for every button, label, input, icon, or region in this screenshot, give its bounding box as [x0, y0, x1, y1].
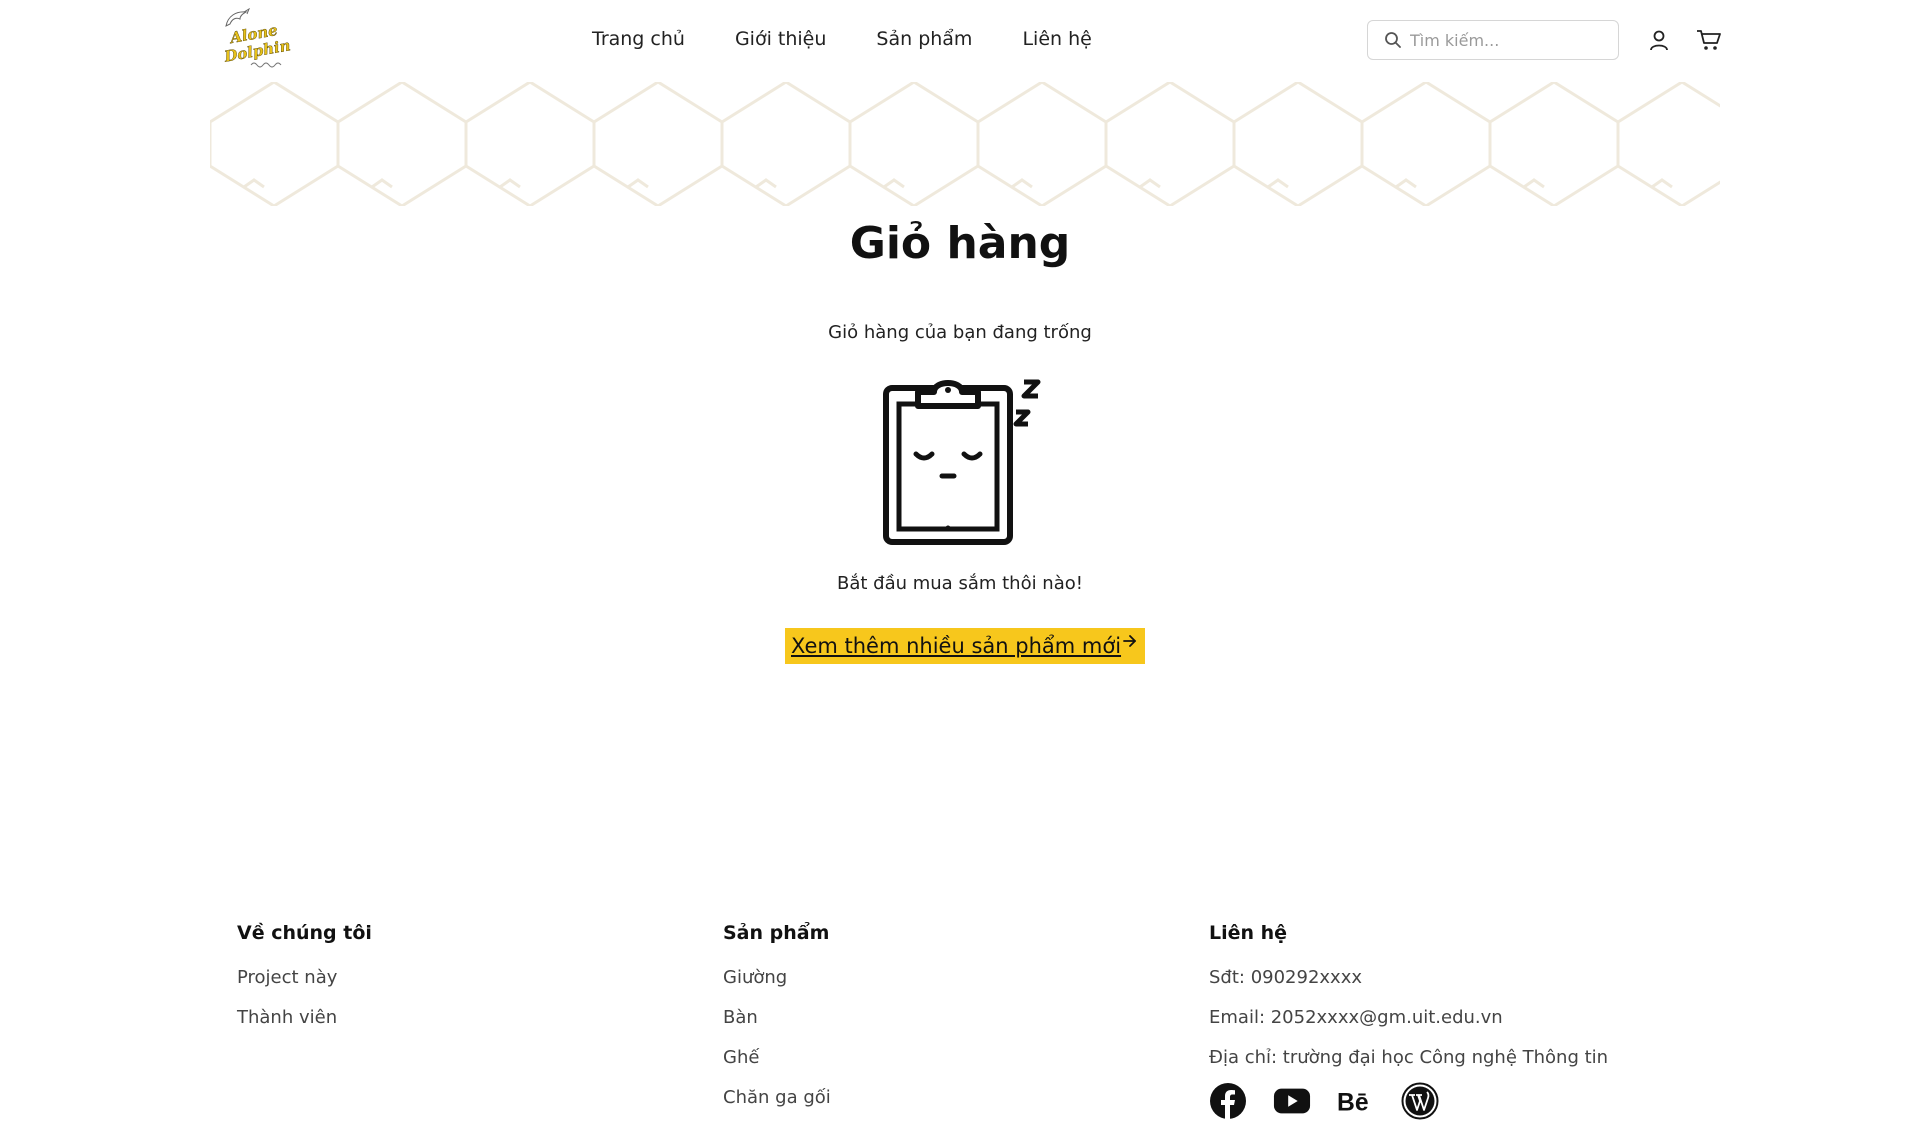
- footer-products-heading: Sản phẩm: [723, 922, 830, 944]
- facebook-icon[interactable]: [1209, 1082, 1247, 1120]
- footer-address: Địa chỉ: trường đại học Công nghệ Thông …: [1209, 1047, 1609, 1068]
- hexagon-pattern-banner: [210, 82, 1720, 206]
- search-input[interactable]: [1410, 30, 1610, 50]
- footer-link-members[interactable]: Thành viên: [237, 1006, 372, 1029]
- footer-products-column: Sản phẩm Giường Bàn Ghế Chăn ga gối: [723, 922, 831, 1126]
- footer-link-chairs[interactable]: Ghế: [723, 1046, 831, 1069]
- header: Alone Dolphin Trang chủ Giới thiệu Sản p…: [0, 0, 1920, 82]
- footer-link-beds[interactable]: Giường: [723, 966, 831, 989]
- site-logo[interactable]: Alone Dolphin: [222, 8, 292, 70]
- behance-icon[interactable]: Bē: [1337, 1082, 1375, 1120]
- view-more-products-button[interactable]: Xem thêm nhiều sản phẩm mới: [785, 628, 1145, 664]
- empty-cart-message: Giỏ hàng của bạn đang trống: [828, 322, 1092, 343]
- footer-link-bedding[interactable]: Chăn ga gối: [723, 1086, 831, 1109]
- cta-label: Xem thêm nhiều sản phẩm mới: [791, 634, 1122, 658]
- footer: Về chúng tôi Project này Thành viên Sản …: [0, 910, 1920, 1141]
- footer-contact-heading: Liên hệ: [1209, 922, 1288, 944]
- logo-squiggle-decoration: [250, 62, 282, 68]
- footer-link-project[interactable]: Project này: [237, 966, 372, 989]
- main-nav: Trang chủ Giới thiệu Sản phẩm Liên hệ: [592, 28, 1142, 50]
- footer-about-heading: Về chúng tôi: [237, 922, 372, 944]
- footer-phone: Sđt: 090292xxxx: [1209, 967, 1363, 988]
- youtube-icon[interactable]: [1273, 1082, 1311, 1120]
- arrow-right-icon: [1123, 635, 1136, 647]
- nav-item-home[interactable]: Trang chủ: [592, 28, 685, 50]
- search-box[interactable]: [1367, 20, 1619, 60]
- nav-item-contact[interactable]: Liên hệ: [1022, 28, 1091, 50]
- wordpress-icon[interactable]: [1401, 1082, 1439, 1120]
- nav-item-products[interactable]: Sản phẩm: [876, 28, 972, 50]
- footer-link-tables[interactable]: Bàn: [723, 1006, 831, 1029]
- page-title: Giỏ hàng: [849, 218, 1071, 269]
- footer-about-column: Về chúng tôi Project này Thành viên: [237, 922, 372, 1046]
- svg-text:Bē: Bē: [1337, 1090, 1369, 1116]
- sleeping-clipboard-icon: [883, 379, 1041, 545]
- footer-contact-column: Liên hệ Sđt: 090292xxxx Email: 2052xxxx@…: [1209, 922, 1608, 1086]
- cart-icon[interactable]: [1696, 28, 1722, 52]
- nav-item-about[interactable]: Giới thiệu: [735, 28, 826, 50]
- social-links: Bē: [1209, 1082, 1439, 1120]
- user-icon[interactable]: [1647, 28, 1671, 52]
- start-shopping-message: Bắt đầu mua sắm thôi nào!: [837, 573, 1083, 594]
- footer-email: Email: 2052xxxx@gm.uit.edu.vn: [1209, 1007, 1503, 1028]
- search-icon: [1385, 32, 1401, 48]
